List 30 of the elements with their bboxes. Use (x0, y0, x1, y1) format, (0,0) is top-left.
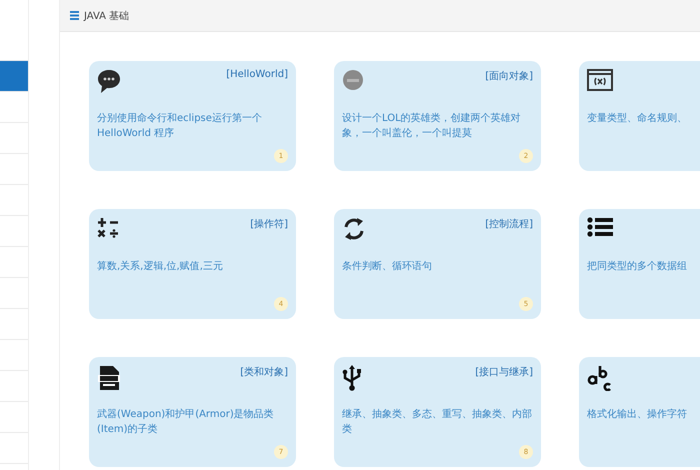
card-description: 武器(Weapon)和护甲(Armor)是物品类(Item)的子类 (97, 408, 275, 437)
card-description: 条件判断、循环语句 (342, 260, 433, 274)
panel-title: JAVA 基础 (84, 10, 130, 22)
variable-icon (587, 69, 613, 91)
character-format-icon (587, 365, 613, 391)
file-icon (97, 365, 121, 391)
list-icon (70, 11, 79, 20)
card-description: 算数,关系,逻辑,位,赋值,三元 (97, 260, 224, 274)
list-icon (587, 217, 613, 237)
card-description: 分别使用命令行和eclipse运行第一个 HelloWorld 程序 (97, 112, 263, 141)
card-title: [面向对象] (485, 70, 533, 83)
refresh-icon (342, 217, 366, 241)
speech-bubble-icon (97, 69, 121, 95)
card-description: 继承、抽象类、多态、重写、抽象类、内部类 (342, 408, 533, 437)
card-title: [操作符] (250, 218, 288, 231)
math-operators-icon (97, 217, 119, 239)
card-description: 把同类型的多个数据组 (587, 260, 688, 274)
sidebar-item[interactable] (0, 61, 28, 92)
card-title: [HelloWorld] (226, 69, 288, 80)
card-description: 设计一个LOL的英雄类，创建两个英雄对象，一个叫盖伦，一个叫提莫 (342, 112, 522, 141)
card-title: [类和对象] (240, 366, 288, 379)
topic-card[interactable]: 变量类型、命名规则、 (579, 61, 700, 171)
circle-icon (342, 69, 364, 91)
card-title: [控制流程] (485, 218, 533, 231)
topic-card[interactable]: 把同类型的多个数据组 (579, 209, 700, 319)
usb-icon (342, 365, 362, 391)
topic-card[interactable]: 格式化输出、操作字符 (579, 357, 700, 467)
card-description: 格式化输出、操作字符 (587, 408, 688, 422)
card-description: 变量类型、命名规则、 (587, 112, 688, 126)
card-title: [接口与继承] (475, 366, 533, 379)
